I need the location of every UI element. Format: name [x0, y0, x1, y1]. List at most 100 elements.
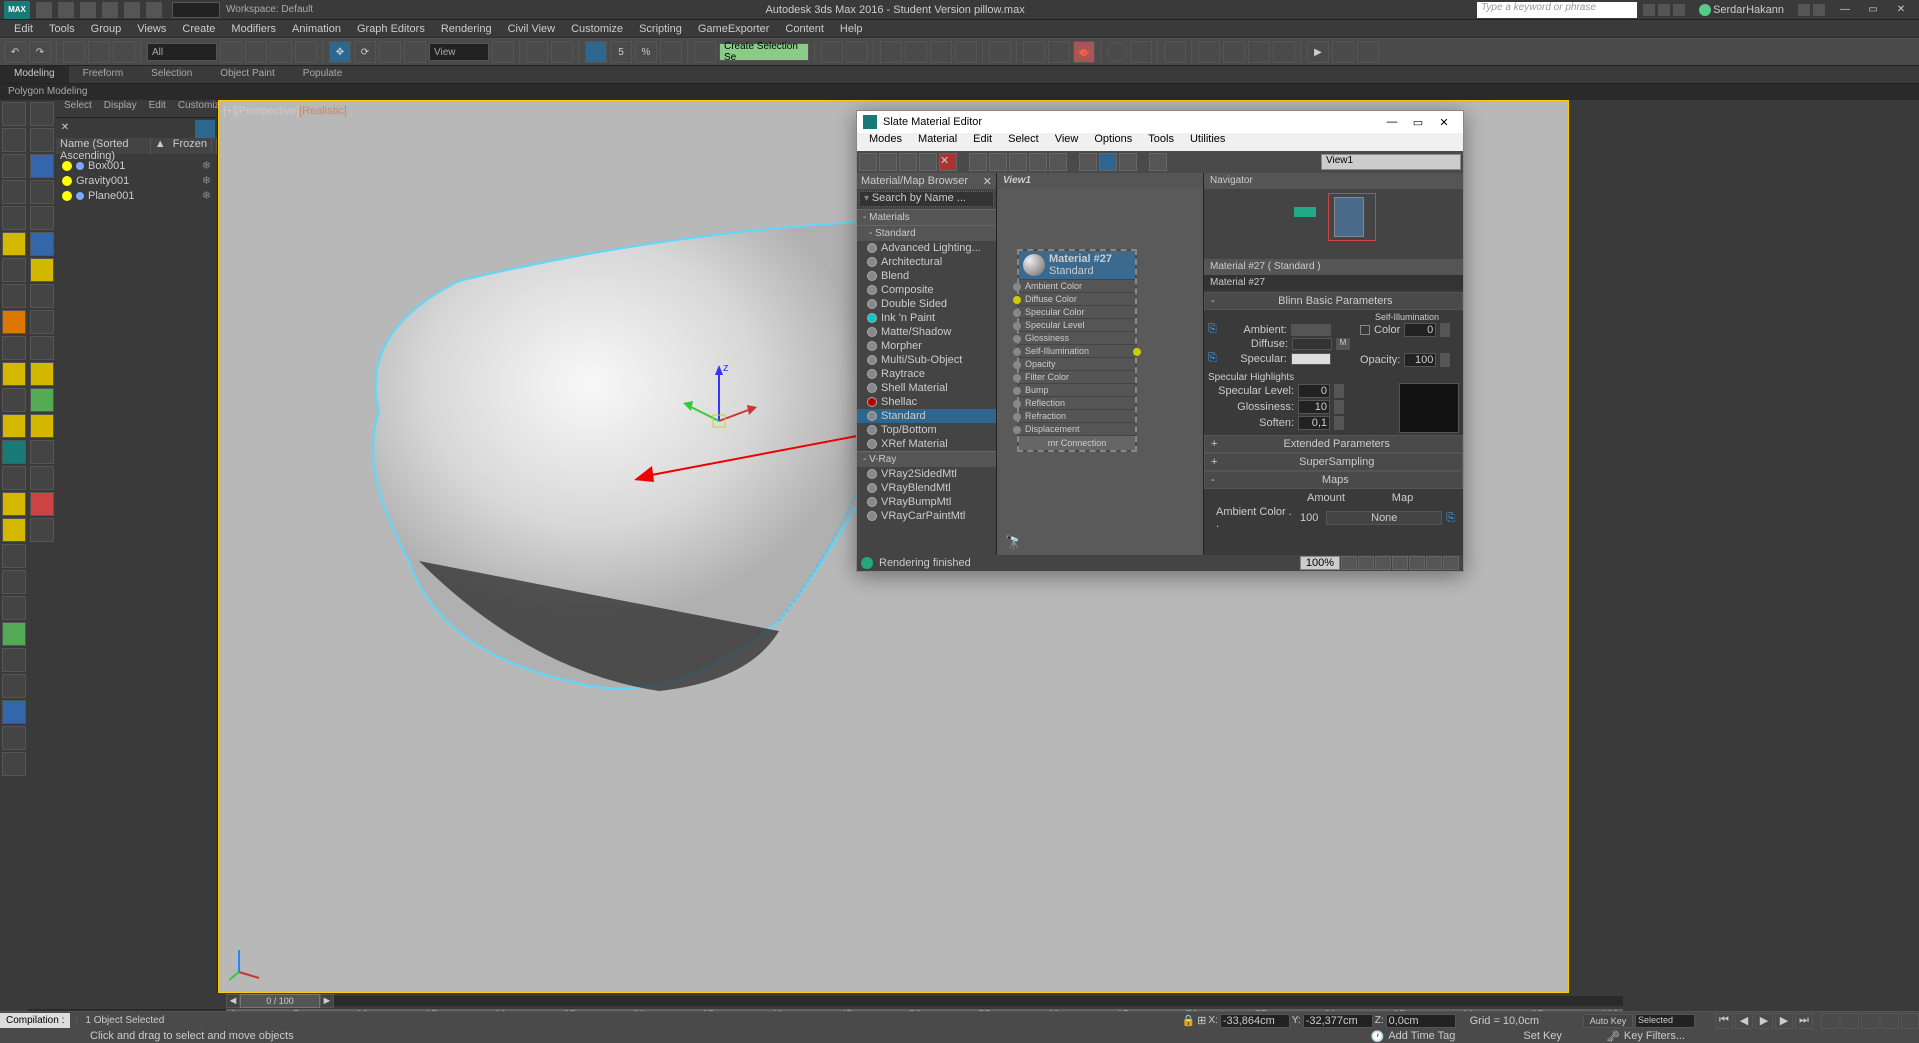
slate-tb-nav-icon[interactable] [1079, 153, 1097, 171]
scene-menu-edit[interactable]: Edit [143, 100, 172, 117]
scene-col-frozen[interactable]: ▲ Frozen [151, 138, 217, 154]
ltb2-15-icon[interactable] [30, 466, 54, 490]
help-icon[interactable] [1813, 4, 1825, 16]
add-timetag-button[interactable]: Add Time Tag [1388, 1030, 1455, 1042]
scene-item[interactable]: Plane001❄ [62, 188, 211, 203]
browser-cat-standard[interactable]: - Standard [857, 225, 996, 241]
ltb2-14-icon[interactable] [30, 440, 54, 464]
coord-y-input[interactable]: -32,377cm [1303, 1014, 1373, 1028]
ribbon-tab-selection[interactable]: Selection [137, 66, 206, 83]
ltb2-10-icon[interactable] [30, 336, 54, 360]
menu-scripting[interactable]: Scripting [631, 20, 690, 37]
slot-input-socket[interactable] [1013, 413, 1021, 421]
material-item[interactable]: Shellac [857, 395, 996, 409]
specular-swatch[interactable] [1291, 353, 1331, 365]
ltb-grid-icon[interactable] [2, 336, 26, 360]
material-item[interactable]: Raytrace [857, 367, 996, 381]
rollout-maps[interactable]: -Maps [1204, 471, 1463, 489]
node-slot[interactable]: Opacity [1019, 357, 1135, 370]
visibility-icon[interactable] [62, 191, 72, 201]
keymode-combo[interactable]: Selected [1635, 1014, 1695, 1028]
rendered-frame-button[interactable] [1048, 41, 1070, 63]
ltb2-7-icon[interactable] [30, 258, 54, 282]
ltb-create-icon[interactable] [2, 102, 26, 126]
mr-connection-button[interactable]: mr Connection [1019, 435, 1135, 450]
time-next-button[interactable]: ► [320, 994, 334, 1008]
layer-explorer-button[interactable] [880, 41, 902, 63]
menu-help[interactable]: Help [832, 20, 871, 37]
sim-play-button[interactable]: ▶ [1307, 41, 1329, 63]
slate-tb-sample-icon[interactable] [1029, 153, 1047, 171]
material-item[interactable]: Ink 'n Paint [857, 311, 996, 325]
slot-input-socket[interactable] [1013, 374, 1021, 382]
material-item[interactable]: VRayBlendMtl [857, 481, 996, 495]
scene-menu-select[interactable]: Select [58, 100, 98, 117]
menu-group[interactable]: Group [83, 20, 130, 37]
browser-close-icon[interactable]: ✕ [983, 175, 992, 187]
selection-filter-combo[interactable]: All [147, 43, 217, 61]
frozen-icon[interactable]: ❄ [202, 159, 211, 172]
slot-input-socket[interactable] [1013, 296, 1021, 304]
slate-tb-preview-icon[interactable] [1049, 153, 1067, 171]
material-item[interactable]: Double Sided [857, 297, 996, 311]
gamma-button[interactable] [1164, 41, 1186, 63]
ltb2-16-icon[interactable] [30, 492, 54, 516]
ltb-light-icon[interactable] [2, 232, 26, 256]
slot-input-socket[interactable] [1013, 426, 1021, 434]
node-slot[interactable]: Bump [1019, 383, 1135, 396]
slot-input-socket[interactable] [1013, 335, 1021, 343]
keyboard-button[interactable] [551, 41, 573, 63]
time-track[interactable] [334, 996, 1623, 1006]
ribbon-tab-objectpaint[interactable]: Object Paint [206, 66, 288, 83]
slate-tb-move-icon[interactable] [969, 153, 987, 171]
ltb2-3-icon[interactable] [30, 154, 54, 178]
qat-new-icon[interactable] [36, 2, 52, 18]
play-button[interactable]: ▶ [1755, 1013, 1773, 1029]
material-item[interactable]: Matte/Shadow [857, 325, 996, 339]
slate-close-button[interactable]: ✕ [1431, 112, 1457, 132]
slate-tb-assign-icon[interactable] [899, 153, 917, 171]
key-icon[interactable]: 🗝 [1606, 1030, 1620, 1043]
transform-gizmo[interactable]: z [679, 361, 759, 441]
select-byname-button[interactable] [245, 41, 267, 63]
time-prev-button[interactable]: ◄ [226, 994, 240, 1008]
material-name-input[interactable]: Material #27 [1204, 275, 1463, 290]
diffuse-map-button[interactable]: M [1336, 338, 1350, 350]
node-slot[interactable]: Filter Color [1019, 370, 1135, 383]
abs-rel-icon[interactable]: ⊞ [1197, 1014, 1206, 1027]
material-editor-button[interactable] [989, 41, 1011, 63]
minimize-button[interactable]: — [1831, 1, 1859, 19]
material-item[interactable]: Advanced Lighting... [857, 241, 996, 255]
menu-modifiers[interactable]: Modifiers [223, 20, 284, 37]
menu-gameexporter[interactable]: GameExporter [690, 20, 778, 37]
ltb-stack-icon[interactable] [2, 206, 26, 230]
simulate-button[interactable] [1273, 41, 1295, 63]
slate-tb-pick-icon[interactable] [879, 153, 897, 171]
scene-menu-display[interactable]: Display [98, 100, 143, 117]
xview-button[interactable] [1841, 1013, 1859, 1029]
select-window-button[interactable] [295, 41, 317, 63]
ltb-particle-icon[interactable] [2, 544, 26, 568]
select-scale-button[interactable] [379, 41, 401, 63]
select-place-button[interactable] [404, 41, 426, 63]
slate-view-tab[interactable]: View1 [997, 173, 1203, 189]
coord-z-input[interactable]: 0,0cm [1386, 1014, 1456, 1028]
slate-node-canvas[interactable]: Material #27Standard Ambient ColorDiffus… [997, 189, 1203, 555]
ltb2-9-icon[interactable] [30, 310, 54, 334]
slate-zoomext-icon[interactable] [1375, 556, 1391, 570]
prev-frame-button[interactable]: ◀ [1735, 1013, 1753, 1029]
toggle-layer-button[interactable] [905, 41, 927, 63]
slate-tb-slot-icon[interactable] [919, 153, 937, 171]
slate-tb-nav3-icon[interactable] [1119, 153, 1137, 171]
ltb-mannequin-icon[interactable] [2, 570, 26, 594]
slate-zoomregion-icon[interactable] [1392, 556, 1408, 570]
slate-tb-grid-icon[interactable] [1009, 153, 1027, 171]
time-slider[interactable]: ◄ 0 / 100 ► [226, 993, 1623, 1009]
ltb-graph-icon[interactable] [2, 154, 26, 178]
ltb-misc-icon[interactable] [2, 466, 26, 490]
material-item[interactable]: Top/Bottom [857, 423, 996, 437]
pivot-button[interactable] [492, 41, 514, 63]
visibility-icon[interactable] [62, 161, 72, 171]
menu-tools[interactable]: Tools [41, 20, 83, 37]
ragdoll-button[interactable] [1223, 41, 1245, 63]
